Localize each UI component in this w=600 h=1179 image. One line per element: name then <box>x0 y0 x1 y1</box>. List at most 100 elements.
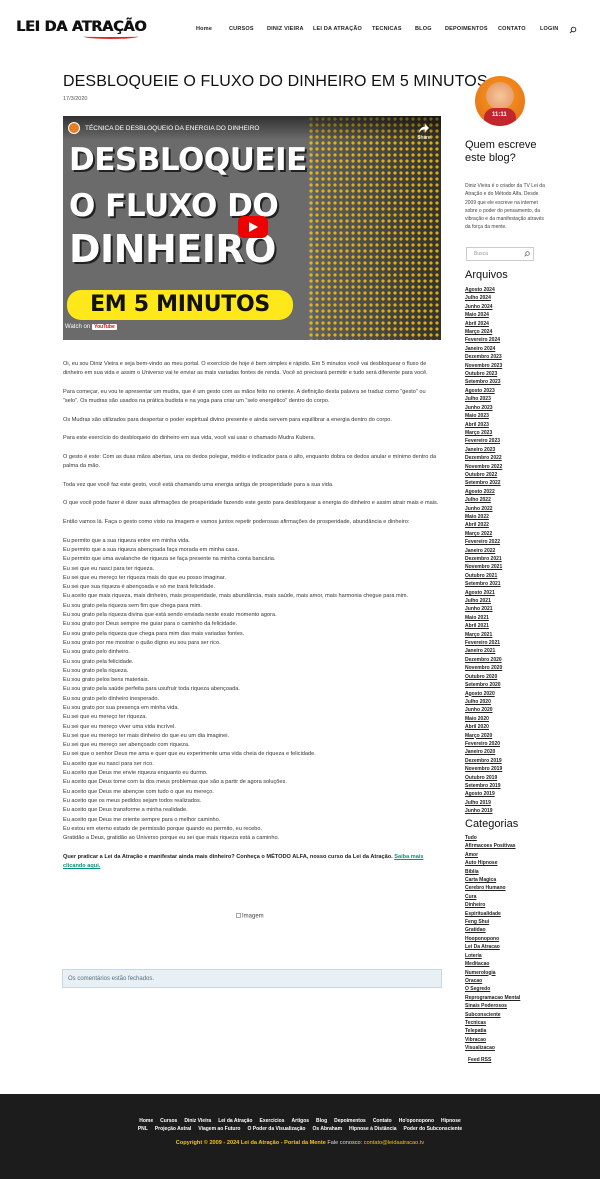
video-title[interactable]: TÉCNICA DE DESBLOQUEIO DA ENERGIA DO DIN… <box>85 125 259 132</box>
category-link[interactable]: Cerebro Humano <box>465 884 555 892</box>
footer-link[interactable]: Lei da Atração <box>218 1118 252 1124</box>
nav-tecnicas[interactable]: TECNICAS <box>372 26 402 32</box>
footer-link[interactable]: O Poder da Visualização <box>247 1126 305 1132</box>
nav-home[interactable]: Home <box>196 26 212 32</box>
search-icon[interactable] <box>524 251 530 257</box>
category-link[interactable]: Bíblia <box>465 868 555 876</box>
archive-link[interactable]: Novembro 2021 <box>465 563 555 571</box>
archive-link[interactable]: Julho 2024 <box>465 294 555 302</box>
archive-link[interactable]: Setembro 2019 <box>465 782 555 790</box>
archive-link[interactable]: Dezembro 2023 <box>465 353 555 361</box>
archive-link[interactable]: Fevereiro 2020 <box>465 740 555 748</box>
archive-link[interactable]: Agosto 2020 <box>465 690 555 698</box>
archive-link[interactable]: Fevereiro 2021 <box>465 639 555 647</box>
feed-rss-link[interactable]: Feed RSS <box>468 1057 491 1063</box>
archive-link[interactable]: Junho 2020 <box>465 706 555 714</box>
youtube-play-icon[interactable] <box>238 216 268 238</box>
footer-link[interactable]: Contato <box>373 1118 392 1124</box>
footer-link[interactable]: Diniz Vieira <box>184 1118 211 1124</box>
archive-link[interactable]: Dezembro 2022 <box>465 454 555 462</box>
archive-link[interactable]: Agosto 2022 <box>465 488 555 496</box>
archive-link[interactable]: Agosto 2023 <box>465 387 555 395</box>
archive-link[interactable]: Janeiro 2024 <box>465 345 555 353</box>
category-link[interactable]: Feng Shui <box>465 918 555 926</box>
archive-link[interactable]: Julho 2021 <box>465 597 555 605</box>
footer-link[interactable]: Projeção Astral <box>155 1126 192 1132</box>
archive-link[interactable]: Julho 2022 <box>465 496 555 504</box>
archive-link[interactable]: Fevereiro 2024 <box>465 336 555 344</box>
category-link[interactable]: Oracao <box>465 977 555 985</box>
footer-link[interactable]: Hipnose <box>441 1118 461 1124</box>
archive-link[interactable]: Julho 2019 <box>465 799 555 807</box>
archive-link[interactable]: Janeiro 2021 <box>465 647 555 655</box>
category-link[interactable]: Dinheiro <box>465 901 555 909</box>
archive-link[interactable]: Julho 2023 <box>465 395 555 403</box>
archive-link[interactable]: Fevereiro 2022 <box>465 538 555 546</box>
footer-link[interactable]: Depoimentos <box>334 1118 366 1124</box>
footer-link[interactable]: Poder do Subconsciente <box>404 1126 463 1132</box>
category-link[interactable]: Auto Hipnose <box>465 859 555 867</box>
category-link[interactable]: Vibracao <box>465 1036 555 1044</box>
archive-link[interactable]: Agosto 2021 <box>465 589 555 597</box>
archive-link[interactable]: Outubro 2023 <box>465 370 555 378</box>
archive-link[interactable]: Julho 2020 <box>465 698 555 706</box>
archive-link[interactable]: Outubro 2019 <box>465 774 555 782</box>
archive-link[interactable]: Novembro 2020 <box>465 664 555 672</box>
search-icon[interactable] <box>569 26 577 34</box>
archive-link[interactable]: Janeiro 2022 <box>465 547 555 555</box>
archive-link[interactable]: Dezembro 2021 <box>465 555 555 563</box>
archive-link[interactable]: Maio 2023 <box>465 412 555 420</box>
category-link[interactable]: Visualizacao <box>465 1044 555 1052</box>
archive-link[interactable]: Março 2021 <box>465 631 555 639</box>
category-link[interactable]: Subconsciente <box>465 1011 555 1019</box>
category-link[interactable]: Hooponopono <box>465 935 555 943</box>
archive-link[interactable]: Abril 2022 <box>465 521 555 529</box>
category-link[interactable]: Sinais Poderosos <box>465 1002 555 1010</box>
footer-link[interactable]: Exercícios <box>260 1118 285 1124</box>
channel-avatar-icon[interactable] <box>68 122 80 134</box>
archive-link[interactable]: Novembro 2022 <box>465 463 555 471</box>
footer-link[interactable]: Artigos <box>292 1118 310 1124</box>
nav-depoimentos[interactable]: DEPOIMENTOS <box>445 26 488 32</box>
archive-link[interactable]: Março 2022 <box>465 530 555 538</box>
archive-link[interactable]: Setembro 2022 <box>465 479 555 487</box>
archive-link[interactable]: Maio 2024 <box>465 311 555 319</box>
category-link[interactable]: Gratidao <box>465 926 555 934</box>
nav-lei-da-atracao[interactable]: LEI DA ATRAÇÃO <box>313 26 362 32</box>
category-link[interactable]: Meditacao <box>465 960 555 968</box>
archive-link[interactable]: Junho 2022 <box>465 505 555 513</box>
archive-link[interactable]: Março 2020 <box>465 732 555 740</box>
nav-diniz-vieira[interactable]: DINIZ VIEIRA <box>267 26 304 32</box>
sidebar-search-input[interactable]: Busca <box>466 247 534 261</box>
category-link[interactable]: Lei Da Atracao <box>465 943 555 951</box>
archive-link[interactable]: Outubro 2021 <box>465 572 555 580</box>
footer-link[interactable]: Home <box>139 1118 153 1124</box>
archive-link[interactable]: Outubro 2020 <box>465 673 555 681</box>
category-link[interactable]: Amor <box>465 851 555 859</box>
category-link[interactable]: Tudo <box>465 834 555 842</box>
archive-link[interactable]: Março 2024 <box>465 328 555 336</box>
archive-link[interactable]: Setembro 2021 <box>465 580 555 588</box>
archive-link[interactable]: Setembro 2020 <box>465 681 555 689</box>
nav-blog[interactable]: BLOG <box>415 26 432 32</box>
category-link[interactable]: Cura <box>465 893 555 901</box>
youtube-video-embed[interactable]: TÉCNICA DE DESBLOQUEIO DA ENERGIA DO DIN… <box>63 116 441 340</box>
footer-link[interactable]: Cursos <box>160 1118 177 1124</box>
footer-link[interactable]: Os Abraham <box>312 1126 342 1132</box>
archive-link[interactable]: Junho 2019 <box>465 807 555 815</box>
footer-link[interactable]: PNL <box>138 1126 148 1132</box>
category-link[interactable]: Reprogramacao Mental <box>465 994 555 1002</box>
archive-link[interactable]: Setembro 2023 <box>465 378 555 386</box>
archive-link[interactable]: Abril 2023 <box>465 421 555 429</box>
archive-link[interactable]: Junho 2023 <box>465 404 555 412</box>
category-link[interactable]: Tecnicas <box>465 1019 555 1027</box>
category-link[interactable]: Espiritualidade <box>465 910 555 918</box>
archive-link[interactable]: Janeiro 2020 <box>465 748 555 756</box>
archive-link[interactable]: Dezembro 2020 <box>465 656 555 664</box>
archive-link[interactable]: Agosto 2024 <box>465 286 555 294</box>
archive-link[interactable]: Outubro 2022 <box>465 471 555 479</box>
nav-contato[interactable]: CONTATO <box>498 26 526 32</box>
category-link[interactable]: Numerologia <box>465 969 555 977</box>
footer-link[interactable]: Ho'oponopono <box>399 1118 434 1124</box>
contact-email-link[interactable]: contato@leidaatracao.tv <box>364 1140 424 1146</box>
